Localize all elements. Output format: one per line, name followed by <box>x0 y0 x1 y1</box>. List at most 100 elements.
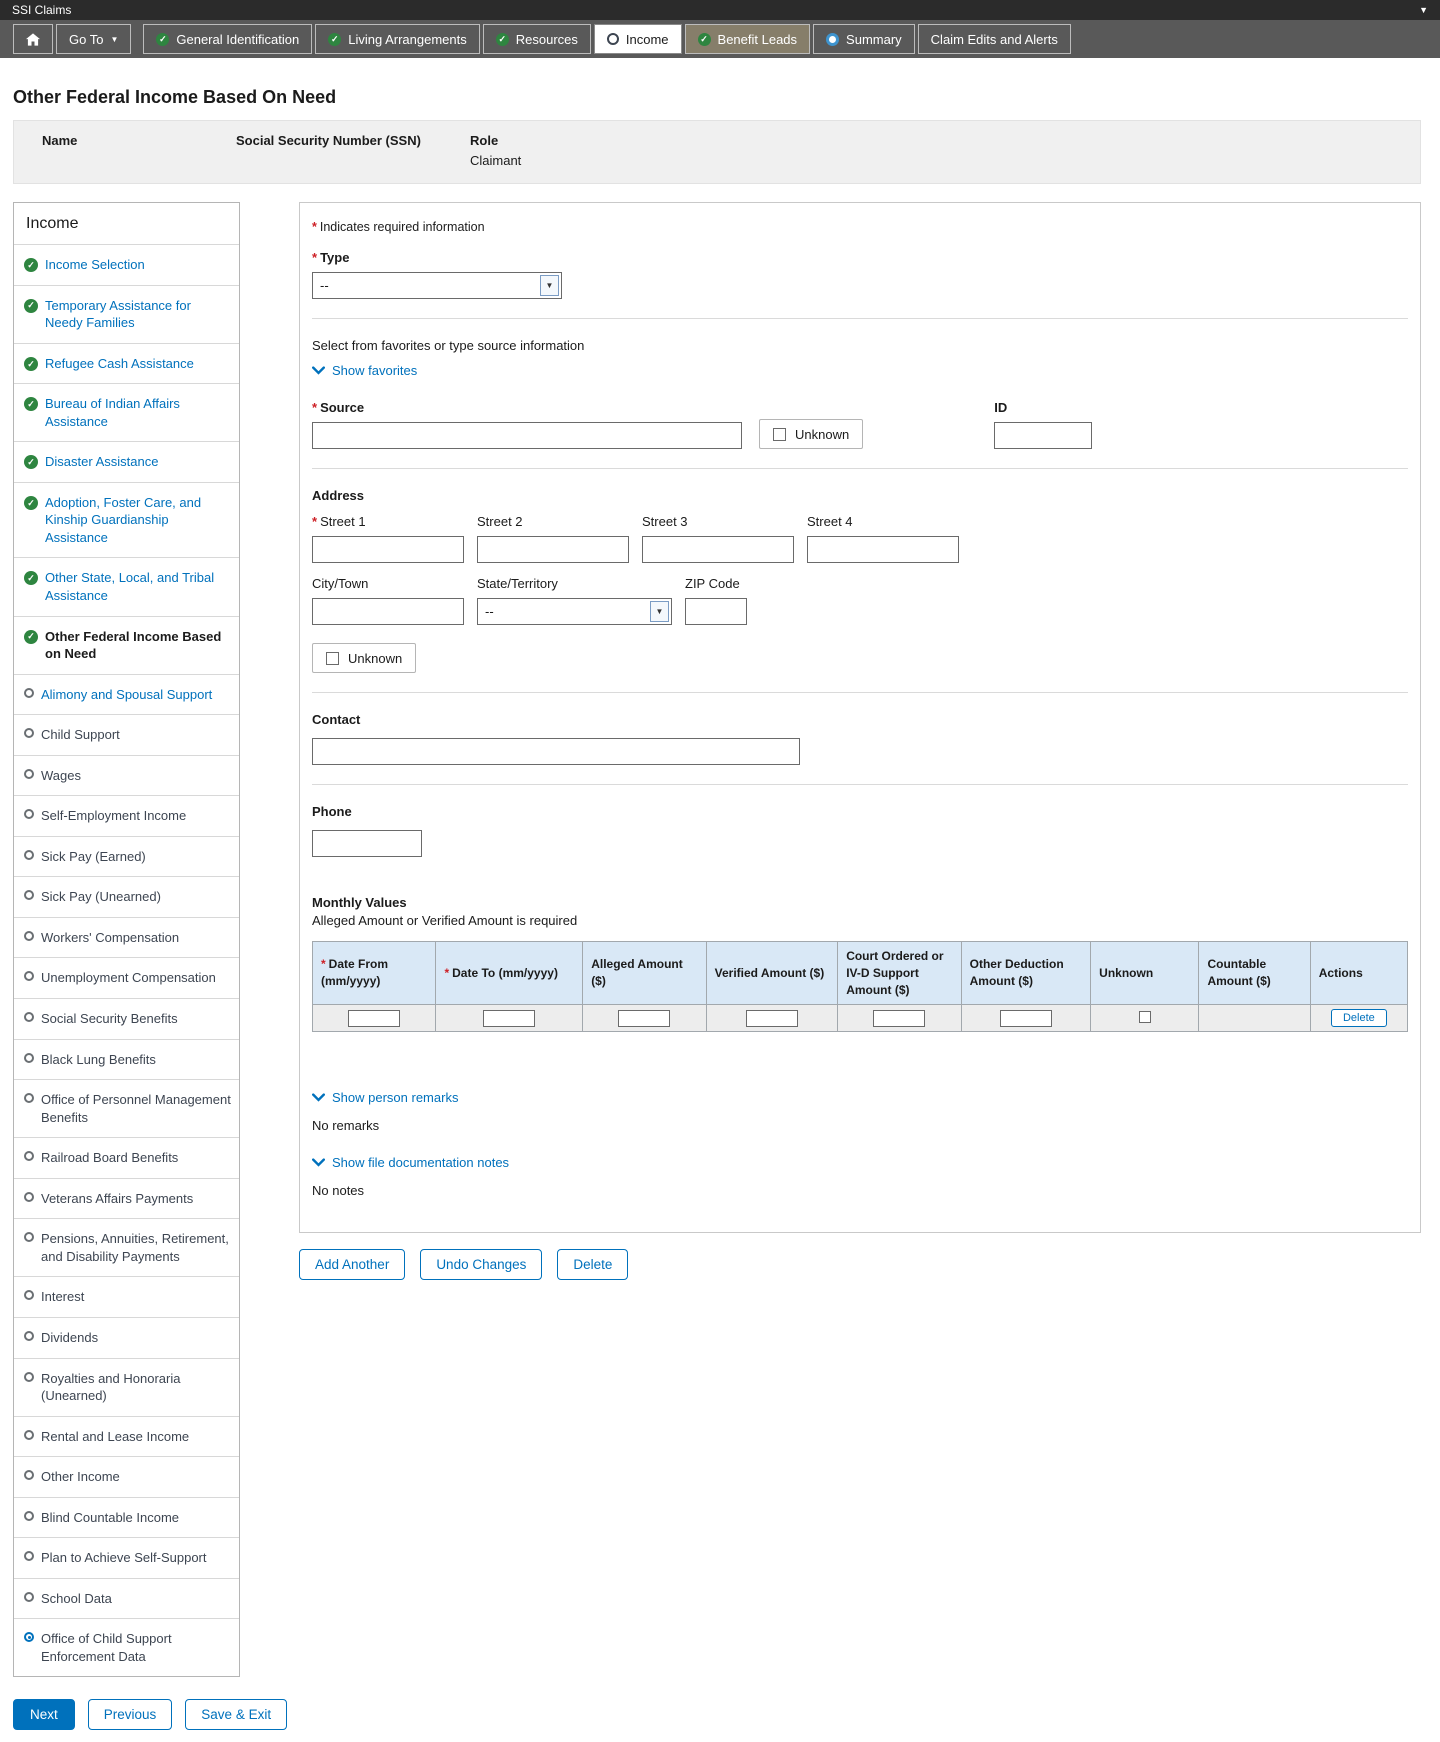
home-icon <box>26 32 40 46</box>
sidebar-item-interest[interactable]: Interest <box>14 1276 239 1317</box>
sidebar-item-disaster-assistance[interactable]: Disaster Assistance <box>14 441 239 482</box>
city-input[interactable] <box>312 598 464 625</box>
sidebar-item-pensions-annuities-retirement-and-disability-payments[interactable]: Pensions, Annuities, Retirement, and Dis… <box>14 1218 239 1276</box>
sidebar-item-label: Rental and Lease Income <box>41 1428 190 1444</box>
cell-date-from-mm-yyyy <box>311 1004 437 1033</box>
street3-input[interactable] <box>642 536 794 563</box>
sidebar-item-railroad-board-benefits[interactable]: Railroad Board Benefits <box>14 1137 239 1178</box>
sidebar-item-school-data[interactable]: School Data <box>14 1577 239 1619</box>
sidebar-item-veterans-affairs-payments[interactable]: Veterans Affairs Payments <box>14 1177 239 1219</box>
street1-input[interactable] <box>312 536 464 563</box>
sidebar-item-label: Other State, Local, and Tribal Assistanc… <box>45 570 215 604</box>
street2-field: Street 2 <box>477 514 629 563</box>
type-select[interactable]: -- ▼ <box>312 272 562 299</box>
table-row: Delete <box>311 1004 1409 1033</box>
street1-label: * Street 1 <box>312 514 366 529</box>
street2-label: Street 2 <box>477 514 523 529</box>
show-person-remarks-link[interactable]: Show person remarks <box>312 1090 458 1105</box>
address-section-label: Address <box>312 488 365 503</box>
radio-circle-icon <box>606 33 619 45</box>
sidebar-item-label: Black Lung Benefits <box>41 1051 156 1067</box>
save-exit-button[interactable]: Save & Exit <box>185 1699 288 1731</box>
divider <box>312 318 1408 319</box>
sidebar-item-income-selection[interactable]: Income Selection <box>14 244 239 285</box>
check-circle-icon <box>24 258 38 272</box>
sidebar-item-label: Self-Employment Income <box>41 808 187 824</box>
column-header-verified-amount: Verified Amount ($) <box>705 940 839 1006</box>
previous-button[interactable]: Previous <box>87 1699 173 1731</box>
sidebar-item-social-security-benefits[interactable]: Social Security Benefits <box>14 998 239 1039</box>
required-note: * Indicates required information <box>312 220 485 234</box>
add-another-button[interactable]: Add Another <box>299 1249 406 1281</box>
address-unknown-checkbox[interactable]: Unknown <box>312 643 417 673</box>
sidebar-item-label: Office of Child Support Enforcement Data <box>41 1631 172 1664</box>
other-deduction-amount-row-input[interactable] <box>999 1010 1052 1028</box>
sidebar-item-workers-compensation[interactable]: Workers' Compensation <box>14 916 239 958</box>
phone-input[interactable] <box>312 830 422 857</box>
type-select-value: -- <box>320 278 329 293</box>
sidebar-item-sick-pay-earned[interactable]: Sick Pay (Earned) <box>14 835 239 877</box>
sidebar-item-wages[interactable]: Wages <box>14 754 239 796</box>
home-button[interactable] <box>13 24 53 54</box>
radio-selected-icon <box>826 32 840 46</box>
nav-tab-living-arrangements[interactable]: Living Arrangements <box>315 24 480 54</box>
nav-tab-claim-edits-and-alerts[interactable]: Claim Edits and Alerts <box>917 24 1071 54</box>
source-input[interactable] <box>312 422 742 449</box>
nav-tab-summary[interactable]: Summary <box>813 24 915 54</box>
sidebar-item-unemployment-compensation[interactable]: Unemployment Compensation <box>14 957 239 998</box>
sidebar-item-label: Sick Pay (Earned) <box>41 848 146 864</box>
sidebar-item-self-employment-income[interactable]: Self-Employment Income <box>14 795 239 836</box>
sidebar-item-label: Workers' Compensation <box>41 929 180 945</box>
court-ordered-or-iv-d-support-amount-row-input[interactable] <box>873 1010 926 1028</box>
source-unknown-checkbox[interactable]: Unknown <box>759 419 864 449</box>
sidebar-item-adoption-foster-care-and-kinship-guardianship-assistance[interactable]: Adoption, Foster Care, and Kinship Guard… <box>14 481 239 558</box>
sidebar-item-plan-to-achieve-self-support[interactable]: Plan to Achieve Self-Support <box>14 1537 239 1578</box>
required-asterisk: * <box>321 957 326 972</box>
nav-tab-income[interactable]: Income <box>593 24 682 54</box>
row-delete-button[interactable]: Delete <box>1330 1009 1387 1028</box>
nav-tab-general-identification[interactable]: General Identification <box>143 24 313 54</box>
street2-input[interactable] <box>477 536 629 563</box>
sidebar-item-child-support[interactable]: Child Support <box>14 714 239 755</box>
sidebar-item-refugee-cash-assistance[interactable]: Refugee Cash Assistance <box>14 342 239 384</box>
checkbox-icon <box>326 651 339 665</box>
zip-input[interactable] <box>685 598 747 625</box>
sidebar-item-black-lung-benefits[interactable]: Black Lung Benefits <box>14 1038 239 1080</box>
street4-input[interactable] <box>807 536 959 563</box>
undo-changes-button[interactable]: Undo Changes <box>420 1249 543 1281</box>
sidebar-item-office-of-child-support-enforcement-data[interactable]: Office of Child Support Enforcement Data <box>14 1618 239 1676</box>
sidebar-item-other-federal-income-based-on-need[interactable]: Other Federal Income Based on Need <box>14 615 239 674</box>
sidebar-item-other-state-local-and-tribal-assistance[interactable]: Other State, Local, and Tribal Assistanc… <box>14 557 239 615</box>
next-button[interactable]: Next <box>13 1699 75 1731</box>
show-file-notes-link[interactable]: Show file documentation notes <box>312 1155 509 1170</box>
sidebar-item-other-income[interactable]: Other Income <box>14 1456 239 1497</box>
verified-amount-row-input[interactable] <box>745 1010 798 1028</box>
state-select[interactable]: -- ▼ <box>477 598 672 625</box>
sidebar-item-temporary-assistance-for-needy-families[interactable]: Temporary Assistance for Needy Families <box>14 284 239 343</box>
id-input[interactable] <box>994 422 1093 449</box>
goto-menu-button[interactable]: Go To ▼ <box>56 24 132 54</box>
state-field: State/Territory -- ▼ <box>477 576 672 625</box>
show-favorites-link[interactable]: Show favorites <box>312 363 417 378</box>
alleged-amount-row-input[interactable] <box>618 1010 671 1028</box>
sidebar-item-label: Other Income <box>41 1469 120 1485</box>
sidebar-item-alimony-and-spousal-support[interactable]: Alimony and Spousal Support <box>14 673 239 715</box>
sidebar-item-dividends[interactable]: Dividends <box>14 1316 239 1358</box>
radio-circle-icon <box>24 1429 34 1440</box>
sidebar-item-office-of-personnel-management-benefits[interactable]: Office of Personnel Management Benefits <box>14 1079 239 1137</box>
date-to-mm-yyyy-row-input[interactable] <box>483 1010 536 1028</box>
sidebar-item-royalties-and-honoraria-unearned[interactable]: Royalties and Honoraria (Unearned) <box>14 1357 239 1416</box>
sidebar-item-blind-countable-income[interactable]: Blind Countable Income <box>14 1496 239 1538</box>
contact-input[interactable] <box>312 738 800 765</box>
source-field: * Source <box>312 400 742 449</box>
sidebar-item-rental-and-lease-income[interactable]: Rental and Lease Income <box>14 1415 239 1457</box>
check-circle-icon <box>24 571 38 586</box>
delete-button[interactable]: Delete <box>557 1249 629 1281</box>
sidebar-item-bureau-of-indian-affairs-assistance[interactable]: Bureau of Indian Affairs Assistance <box>14 383 239 441</box>
date-from-mm-yyyy-row-input[interactable] <box>348 1010 401 1028</box>
collapse-caret-icon[interactable]: ▼ <box>1419 5 1428 15</box>
nav-tab-resources[interactable]: Resources <box>482 24 591 54</box>
sidebar-item-sick-pay-unearned[interactable]: Sick Pay (Unearned) <box>14 876 239 917</box>
unknown-row-checkbox[interactable] <box>1138 1010 1151 1023</box>
nav-tab-benefit-leads[interactable]: Benefit Leads <box>684 24 811 54</box>
